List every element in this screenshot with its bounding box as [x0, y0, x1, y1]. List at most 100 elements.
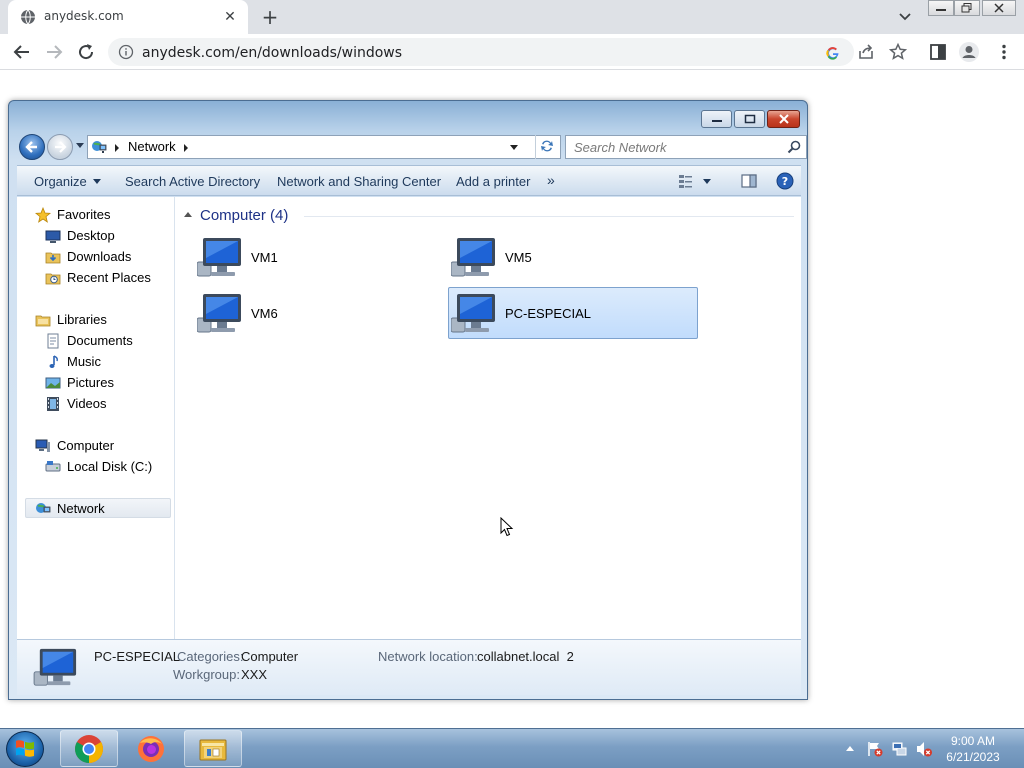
nav-recent-places[interactable]: Recent Places: [45, 268, 165, 288]
maximize-icon: [744, 114, 755, 124]
computer-item[interactable]: VM1: [194, 231, 444, 283]
hard-disk-icon: [45, 461, 61, 472]
search-input[interactable]: [566, 136, 776, 158]
add-printer-button[interactable]: Add a printer: [456, 174, 530, 189]
tab-search-icon[interactable]: [894, 7, 916, 27]
taskbar-chrome[interactable]: [60, 730, 118, 767]
profile-avatar-icon[interactable]: [958, 41, 980, 63]
window-maximize-button[interactable]: [734, 110, 765, 128]
nav-label: Favorites: [57, 207, 111, 222]
breadcrumb-separator-icon[interactable]: [115, 144, 119, 152]
browser-tab[interactable]: anydesk.com ✕: [8, 0, 248, 34]
libraries-icon: [35, 315, 51, 327]
url-text: anydesk.com/en/downloads/windows: [142, 45, 403, 61]
action-center-flag-icon[interactable]: [866, 740, 884, 758]
music-note-icon: [49, 355, 58, 368]
show-hidden-icons-button[interactable]: [846, 746, 854, 751]
address-bar[interactable]: anydesk.com/en/downloads/windows: [108, 38, 854, 66]
desktop-icon: [45, 230, 61, 243]
refresh-button[interactable]: [535, 135, 559, 159]
workgroup-value: XXX: [241, 667, 268, 682]
computer-name: VM5: [505, 250, 532, 265]
explorer-command-bar: Organize Search Active Directory Network…: [17, 165, 801, 196]
recent-pages-dropdown[interactable]: [76, 143, 84, 148]
nav-label: Music: [67, 354, 101, 369]
help-icon[interactable]: ?: [776, 172, 794, 190]
taskbar-firefox[interactable]: [122, 730, 180, 767]
search-active-directory-button[interactable]: Search Active Directory: [125, 174, 260, 189]
back-arrow-icon[interactable]: [10, 40, 34, 64]
bookmark-star-icon[interactable]: [888, 42, 908, 62]
refresh-icon: [541, 140, 553, 152]
explorer-address-bar[interactable]: Network: [87, 135, 561, 159]
computer-item[interactable]: VM5: [448, 231, 698, 283]
explorer-forward-button[interactable]: [47, 134, 73, 160]
organize-label: Organize: [34, 174, 87, 189]
file-list-pane: Computer (4) VM1 VM5 VM6 PC-ESPECIAL: [176, 197, 801, 639]
address-dropdown-icon[interactable]: [510, 145, 518, 150]
restore-icon: [961, 3, 972, 13]
reload-icon[interactable]: [74, 40, 98, 64]
nav-pictures[interactable]: Pictures: [45, 373, 165, 393]
nav-downloads[interactable]: Downloads: [45, 247, 165, 267]
forward-arrow-icon[interactable]: [42, 40, 66, 64]
window-minimize-button[interactable]: [701, 110, 732, 128]
side-panel-icon[interactable]: [928, 42, 948, 62]
organize-button[interactable]: Organize: [34, 174, 101, 189]
group-header[interactable]: Computer (4): [184, 207, 288, 224]
preview-pane-icon[interactable]: [740, 172, 758, 190]
nav-documents[interactable]: Documents: [45, 331, 165, 351]
browser-restore-button[interactable]: [954, 0, 980, 16]
nav-label: Videos: [67, 396, 107, 411]
volume-muted-icon[interactable]: [915, 740, 933, 758]
folder-icon: [199, 739, 227, 761]
new-tab-button[interactable]: +: [258, 5, 282, 29]
clock-date: 6/21/2023: [946, 750, 1000, 764]
taskbar: 9:00 AM 6/21/2023: [0, 728, 1024, 768]
computer-item[interactable]: VM6: [194, 287, 444, 339]
breadcrumb-separator-icon[interactable]: [184, 144, 188, 152]
network-status-icon[interactable]: [891, 740, 909, 758]
details-pane: PC-ESPECIAL Categories: Computer Workgro…: [17, 639, 801, 695]
browser-minimize-button[interactable]: [928, 0, 954, 16]
network-location-value: collabnet.local 2: [477, 649, 574, 664]
more-commands-button[interactable]: »: [547, 172, 555, 188]
nav-libraries[interactable]: Libraries: [35, 310, 165, 330]
tab-close-icon[interactable]: ✕: [220, 7, 240, 27]
site-info-icon[interactable]: [118, 44, 134, 60]
taskbar-file-explorer[interactable]: [184, 730, 242, 767]
browser-close-button[interactable]: [982, 0, 1016, 16]
google-lens-icon[interactable]: [824, 44, 842, 62]
computer-icon: [451, 294, 495, 333]
computer-name: VM6: [251, 306, 278, 321]
star-icon: [35, 207, 51, 223]
nav-favorites[interactable]: Favorites: [35, 205, 165, 225]
kebab-menu-icon[interactable]: [994, 42, 1014, 62]
nav-local-disk[interactable]: Local Disk (C:): [45, 457, 165, 477]
system-clock[interactable]: 9:00 AM 6/21/2023: [938, 733, 1008, 765]
explorer-nav-row: Network: [17, 133, 807, 161]
nav-music[interactable]: Music: [45, 352, 165, 372]
nav-label: Pictures: [67, 375, 114, 390]
network-sharing-center-button[interactable]: Network and Sharing Center: [277, 174, 441, 189]
view-options-icon[interactable]: [677, 172, 695, 190]
computer-icon: [35, 439, 50, 452]
minimize-icon: [936, 9, 946, 11]
nav-desktop[interactable]: Desktop: [45, 226, 165, 246]
forward-arrow-icon: [55, 141, 67, 153]
tab-title: anydesk.com: [44, 9, 124, 23]
window-close-button[interactable]: [767, 110, 800, 128]
nav-label: Computer: [57, 438, 115, 453]
explorer-back-button[interactable]: [19, 134, 45, 160]
view-options-dropdown-icon[interactable]: [703, 174, 711, 189]
computer-item[interactable]: PC-ESPECIAL: [448, 287, 698, 339]
start-button[interactable]: [6, 731, 44, 767]
nav-computer[interactable]: Computer: [35, 436, 165, 456]
search-icon[interactable]: [787, 140, 801, 154]
share-icon[interactable]: [856, 42, 876, 62]
nav-network[interactable]: Network: [25, 498, 171, 518]
explorer-search-box[interactable]: [565, 135, 807, 159]
explorer-window: Network Organize Search Active Directory…: [8, 100, 808, 700]
nav-videos[interactable]: Videos: [45, 394, 165, 414]
breadcrumb[interactable]: Network: [128, 139, 176, 154]
